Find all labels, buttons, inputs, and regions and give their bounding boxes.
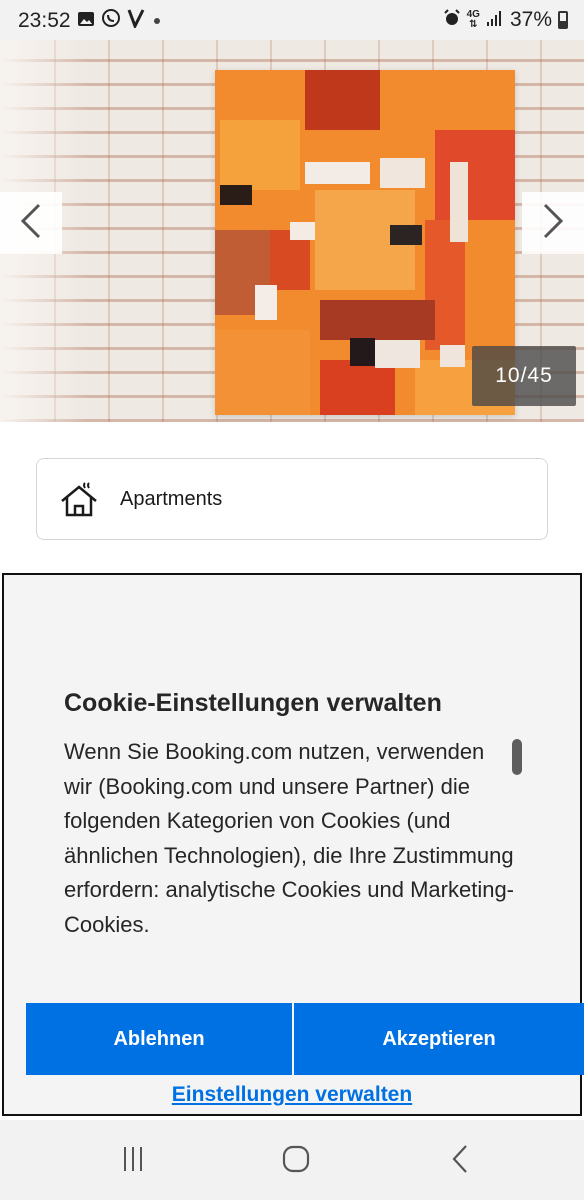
battery-percent: 37% <box>509 8 552 31</box>
system-nav-bar <box>0 1120 584 1200</box>
recents-icon <box>119 1145 147 1178</box>
network-arrows: ⇅ <box>469 19 478 30</box>
status-left: 23:52 <box>18 8 163 33</box>
photo-gallery[interactable]: 10/45 <box>0 40 584 422</box>
back-button[interactable] <box>440 1144 480 1178</box>
home-button[interactable] <box>276 1144 316 1178</box>
painting-block <box>220 120 300 190</box>
signal-icon <box>486 9 504 32</box>
status-bar: 23:52 4G ⇅ 37% <box>0 0 584 40</box>
property-type-card: Apartments <box>36 458 548 540</box>
status-time: 23:52 <box>18 8 71 32</box>
painting-white-mark <box>255 285 277 320</box>
painting-white-mark <box>380 158 425 188</box>
painting-white-mark <box>375 340 420 368</box>
viber-icon <box>101 8 121 33</box>
property-type-label: Apartments <box>120 488 223 510</box>
painting-block <box>320 360 395 415</box>
painting-white-mark <box>290 222 315 240</box>
back-icon <box>448 1143 472 1180</box>
home-icon <box>281 1144 311 1179</box>
dialog-scrollbar[interactable] <box>512 739 522 775</box>
v-app-icon <box>127 8 145 33</box>
reject-button[interactable]: Ablehnen <box>26 1003 292 1075</box>
painting-white-mark <box>305 162 370 184</box>
gallery-prev-button[interactable] <box>0 192 62 254</box>
cookie-dialog: Cookie-Einstellungen verwalten Wenn Sie … <box>2 573 584 1116</box>
gallery-icon <box>77 10 95 32</box>
cookie-dialog-body: Wenn Sie Booking.com nutzen, verwenden w… <box>64 739 515 937</box>
painting-white-mark <box>440 345 465 367</box>
alarm-icon <box>443 8 461 32</box>
dot-icon <box>151 10 163 32</box>
painting-block <box>320 300 435 340</box>
battery-icon <box>558 11 568 29</box>
photo-counter: 10/45 <box>472 346 576 406</box>
manage-settings-link[interactable]: Einstellungen verwalten <box>4 1083 580 1107</box>
gallery-next-button[interactable] <box>522 192 584 254</box>
painting-block <box>305 70 380 130</box>
accept-button[interactable]: Akzeptieren <box>294 1003 584 1075</box>
painting-dark-mark <box>390 225 422 245</box>
painting-white-mark <box>450 162 468 242</box>
recents-button[interactable] <box>113 1144 153 1178</box>
cookie-dialog-title: Cookie-Einstellungen verwalten <box>64 689 442 717</box>
chevron-left-icon <box>17 201 45 246</box>
network-4g-icon: 4G ⇅ <box>467 10 480 30</box>
painting-dark-mark <box>350 338 375 366</box>
painting-block <box>435 130 515 220</box>
chevron-right-icon <box>539 201 567 246</box>
painting-block <box>215 330 310 415</box>
house-icon <box>59 481 99 519</box>
painting-dark-mark <box>220 185 252 205</box>
status-right: 4G ⇅ 37% <box>443 8 568 32</box>
gallery-photo <box>215 70 515 415</box>
